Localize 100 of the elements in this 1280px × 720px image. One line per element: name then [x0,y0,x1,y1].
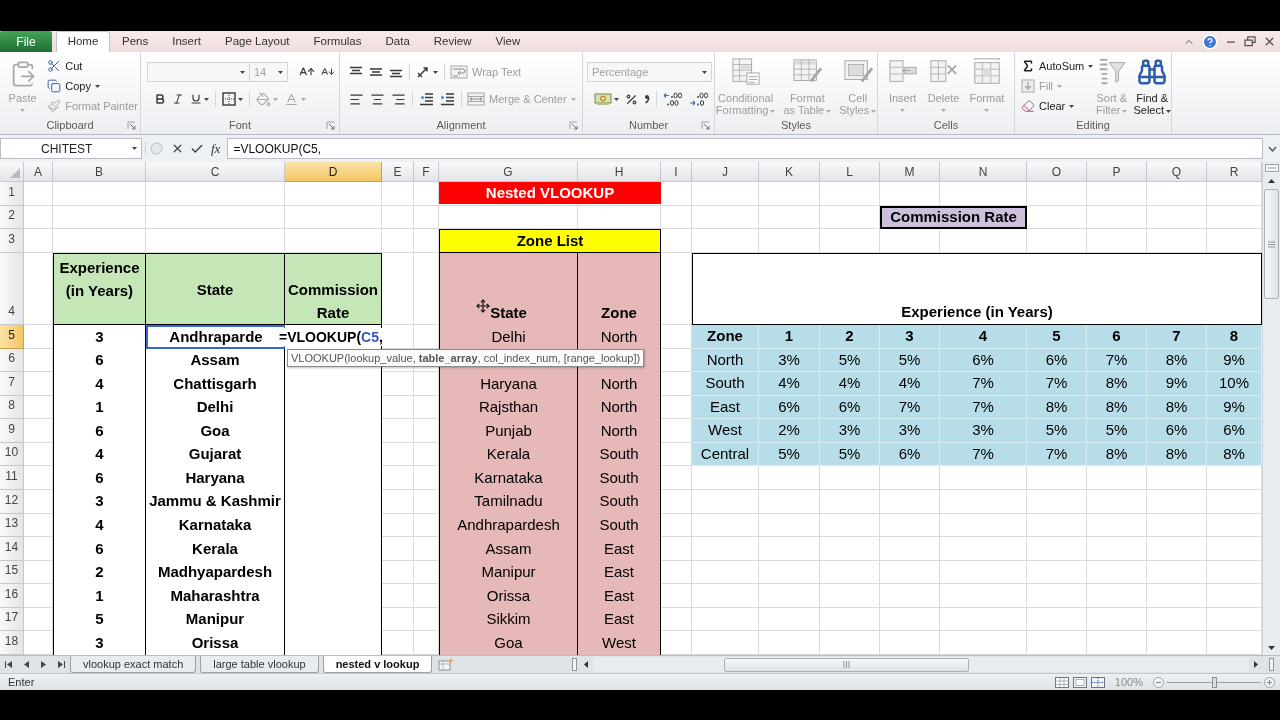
column-header[interactable]: L [820,162,880,182]
column-header[interactable]: R [1207,162,1262,182]
zoom-out-icon[interactable] [1153,676,1164,688]
row-header[interactable]: 4 [0,253,24,325]
row-header[interactable]: 10 [0,442,24,467]
zoom-in-icon[interactable] [1264,676,1275,688]
column-header[interactable]: E [382,162,414,182]
row-header[interactable]: 7 [0,372,24,396]
group-label: Styles [781,120,811,131]
wrap-text-icon [450,65,468,79]
row-header[interactable]: 14 [0,537,24,561]
dialog-launcher-icon[interactable] [127,121,136,130]
page-layout-icon[interactable] [1072,676,1087,688]
zoom-slider-thumb[interactable] [1211,676,1217,688]
formula-field[interactable]: =VLOOKUP(C5, [227,138,1264,159]
cut-button[interactable]: Cut [45,56,140,76]
caret-icon [301,97,306,101]
table-cell: Haryana [439,372,578,396]
restore-icon[interactable] [1244,36,1256,47]
font-name-field[interactable] [147,62,250,82]
column-header[interactable]: H [578,162,661,182]
conditional-format-icon [730,57,761,87]
row-header[interactable]: 13 [0,513,24,538]
table-cell: 7% [940,395,1027,420]
column-header[interactable]: J [692,162,759,182]
dialog-launcher-icon[interactable] [569,121,578,130]
zoom-slider[interactable] [1167,676,1261,688]
table-cell: South [578,466,661,490]
insert-function-button[interactable]: fx [209,140,223,157]
vertical-scrollbar[interactable] [1262,162,1280,655]
table-cell: Tamilnadu [439,489,578,514]
ribbon-tab[interactable]: View [483,31,533,52]
ribbon-tab[interactable]: Review [421,31,484,52]
column-header[interactable]: G [439,162,578,182]
normal-view-icon[interactable] [1054,676,1069,688]
page-break-icon[interactable] [1090,676,1105,688]
column-header[interactable]: I [661,162,692,182]
scissors-icon [47,59,62,73]
row-header[interactable]: 17 [0,607,24,632]
find-select-button[interactable]: Find & Select [1130,52,1175,117]
row-header[interactable]: 1 [0,182,24,206]
table-cell: 6 [53,419,146,443]
sheet-tab[interactable]: large table vlookup [200,656,319,673]
row-header[interactable]: 5 [0,325,24,349]
grip-icon [843,661,850,668]
table-cell: 8% [1087,372,1147,396]
row-header[interactable]: 6 [0,348,24,373]
borders-button[interactable] [219,89,246,109]
dialog-launcher-icon[interactable] [326,121,335,130]
ribbon-tab[interactable]: Pens [110,31,161,52]
row-header[interactable]: 16 [0,584,24,608]
table-cell: East [578,560,661,585]
column-header[interactable]: C [146,162,285,182]
table-cell: 7% [1027,442,1087,467]
caret-icon [614,97,619,101]
align-left-icon [349,91,364,107]
scrollbar-thumb[interactable] [724,657,969,672]
name-box[interactable]: CHITEST [0,138,142,159]
row-header[interactable]: 12 [0,489,24,514]
horizontal-scrollbar[interactable] [593,657,1249,672]
file-tab[interactable]: File [0,31,52,52]
column-header[interactable]: N [940,162,1027,182]
row-header[interactable]: 15 [0,560,24,585]
table-cell: 3 [53,325,146,349]
column-header[interactable]: M [880,162,940,182]
help-icon[interactable] [1202,33,1218,50]
table-cell: 10% [1207,372,1262,396]
dialog-launcher-icon[interactable] [701,121,710,130]
table-header-cell: Commission Rate [285,253,382,325]
table-cell: 6% [940,348,1027,373]
table-cell: 4 [53,442,146,467]
column-header[interactable]: K [759,162,820,182]
column-header[interactable]: P [1087,162,1147,182]
column-header[interactable]: B [53,162,146,182]
row-header[interactable]: 3 [0,229,24,253]
sheet-tab[interactable]: nested v lookup [322,656,433,673]
sheet-tab[interactable]: vlookup exact match [70,656,197,673]
row-header[interactable]: 8 [0,395,24,420]
ribbon-tab[interactable]: Data [373,31,422,52]
autosum-button[interactable]: AutoSum [1019,56,1093,76]
row-header[interactable]: 18 [0,631,24,655]
table-cell: Assam [146,348,285,373]
ribbon-tab[interactable]: Home [56,31,110,52]
ribbon-tab[interactable]: Insert [160,31,213,52]
ribbon-tab[interactable]: Formulas [301,31,374,52]
column-header[interactable]: O [1027,162,1087,182]
column-header[interactable]: D [285,162,382,182]
row-header[interactable]: 9 [0,419,24,443]
table-cell: 6% [1027,348,1087,373]
column-header[interactable]: A [24,162,53,182]
ribbon-tab[interactable]: Page Layout [213,31,302,52]
row-header[interactable]: 11 [0,466,24,490]
scrollbar-thumb[interactable] [1264,189,1279,299]
table-cell: 6% [880,442,940,467]
row-header[interactable]: 2 [0,206,24,229]
clear-button[interactable]: Clear [1019,96,1093,116]
copy-button[interactable]: Copy [45,76,140,96]
column-header[interactable]: Q [1147,162,1207,182]
expand-icon[interactable] [1268,145,1278,152]
column-header[interactable]: F [414,162,439,182]
